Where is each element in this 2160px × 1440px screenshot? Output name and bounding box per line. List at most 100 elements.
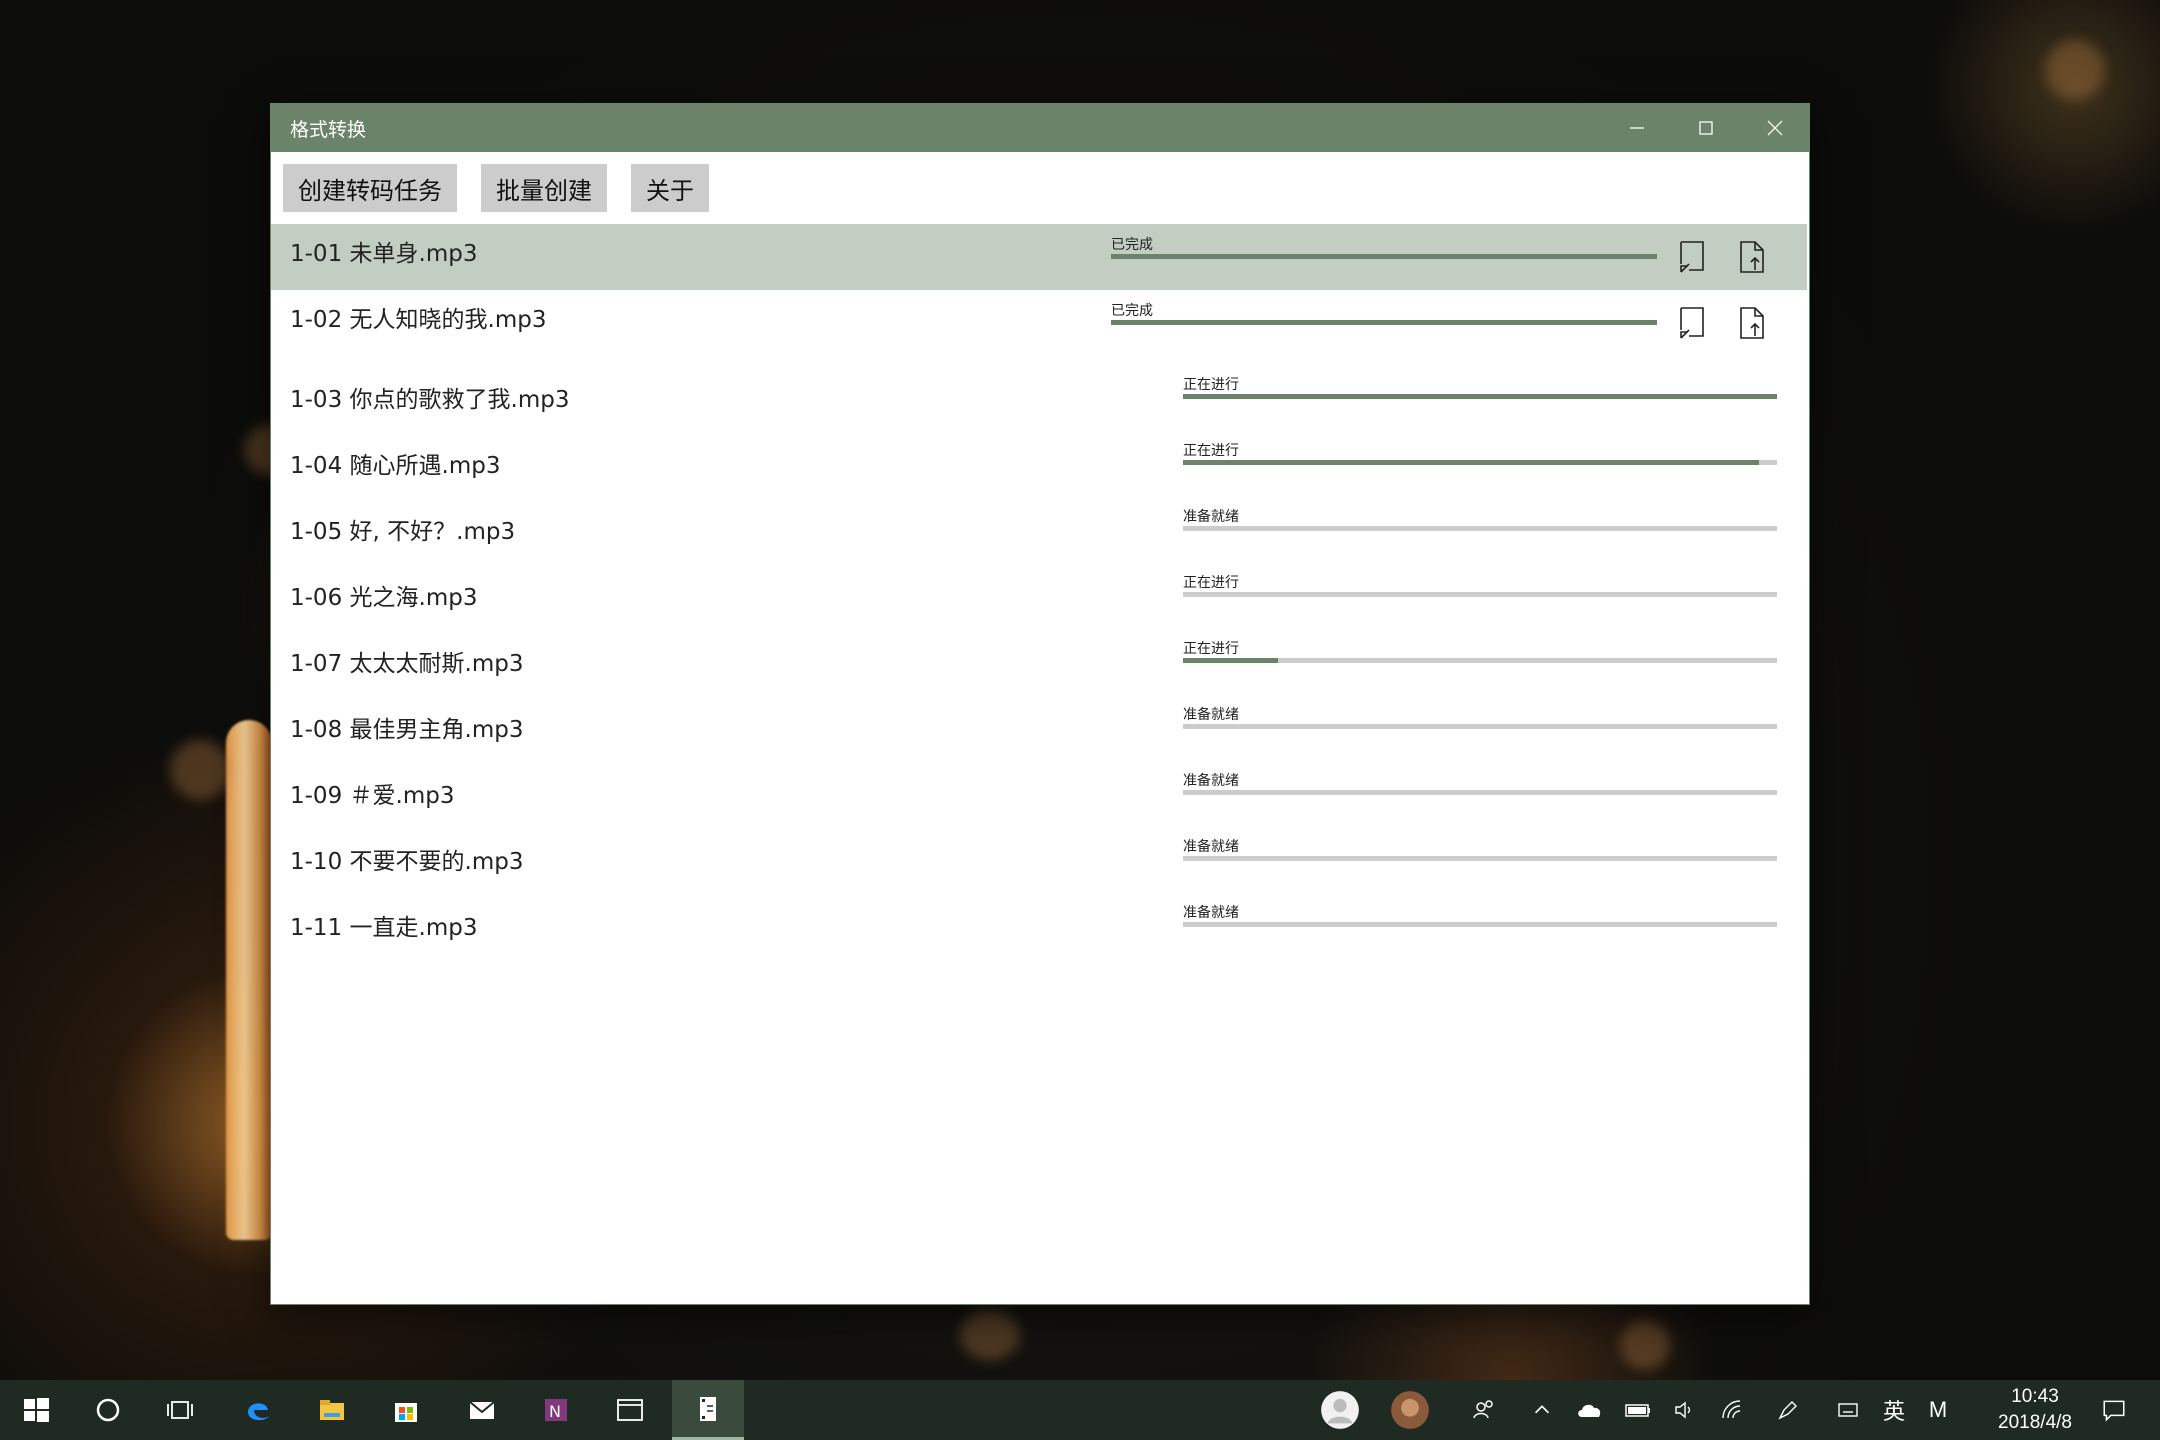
status-label: 准备就绪 (1183, 905, 1239, 921)
store-button[interactable] (370, 1380, 442, 1440)
onedrive-icon (1578, 1404, 1601, 1417)
progress-fill (1183, 658, 1279, 663)
minimize-button[interactable] (1602, 104, 1671, 152)
file-row[interactable]: 1-08 最佳男主角.mp3 准备就绪 (271, 694, 1807, 760)
progress-bar (1183, 856, 1777, 861)
open-file-button[interactable] (1737, 306, 1767, 340)
cortana-button[interactable] (72, 1380, 144, 1440)
file-export-icon (1740, 307, 1764, 339)
format-convert-app-button[interactable] (672, 1380, 744, 1440)
toolbar: 创建转码任务 批量创建 关于 (271, 152, 1809, 224)
edge-icon (248, 1403, 269, 1421)
progress-bar (1183, 592, 1777, 597)
open-folder-button[interactable] (1677, 306, 1707, 340)
progress-fill (1111, 254, 1657, 259)
user-avatar-1[interactable] (1318, 1380, 1362, 1440)
mail-button[interactable] (446, 1380, 518, 1440)
action-center-button[interactable] (2092, 1380, 2136, 1440)
open-file-button[interactable] (1737, 240, 1767, 274)
file-explorer-button[interactable] (296, 1380, 368, 1440)
cortana-icon (96, 1398, 120, 1422)
mail-icon (469, 1401, 495, 1419)
window-app-button[interactable] (594, 1380, 666, 1440)
file-explorer-icon (320, 1400, 344, 1420)
file-row[interactable]: 1-09 ＃爱.mp3 准备就绪 (271, 760, 1807, 826)
close-icon (1767, 120, 1782, 136)
task-view-icon (167, 1401, 193, 1419)
start-button[interactable] (0, 1380, 72, 1440)
avatar-icon (1391, 1391, 1429, 1429)
clock[interactable]: 10:43 2018/4/8 (1998, 1384, 2072, 1436)
file-export-icon (1740, 241, 1764, 273)
progress-bar (1183, 526, 1777, 531)
file-name: 1-04 随心所遇.mp3 (290, 453, 501, 479)
user-avatar-2[interactable] (1388, 1380, 1432, 1440)
task-view-button[interactable] (144, 1380, 216, 1440)
chevron-up-icon (1534, 1405, 1550, 1414)
file-row[interactable]: 1-04 随心所遇.mp3 正在进行 (271, 430, 1807, 496)
progress-fill (1183, 460, 1760, 465)
wifi-icon (1722, 1400, 1741, 1419)
people-icon (1473, 1400, 1493, 1419)
status-label: 已完成 (1111, 303, 1153, 319)
clock-time: 10:43 (2011, 1386, 2059, 1407)
file-name: 1-09 ＃爱.mp3 (290, 783, 455, 809)
people-button[interactable] (1466, 1380, 1502, 1440)
batch-create-button[interactable]: 批量创建 (481, 164, 607, 212)
file-name: 1-06 光之海.mp3 (290, 585, 478, 611)
file-row[interactable]: 1-03 你点的歌救了我.mp3 正在进行 (271, 364, 1807, 430)
wallpaper-candle (226, 720, 272, 1240)
progress-bar (1183, 922, 1777, 927)
file-row[interactable]: 1-02 无人知晓的我.mp3 已完成 (271, 290, 1807, 356)
show-hidden-icons-button[interactable] (1526, 1380, 1558, 1440)
open-location-icon (1680, 241, 1704, 273)
title-bar[interactable]: 格式转换 (271, 104, 1809, 152)
maximize-button[interactable] (1671, 104, 1740, 152)
ime-mode-indicator[interactable]: M (1922, 1380, 1954, 1440)
open-folder-button[interactable] (1677, 240, 1707, 274)
progress-bar (1183, 790, 1777, 795)
window-app-icon (617, 1399, 643, 1421)
svg-text:N: N (549, 1402, 561, 1421)
file-row[interactable]: 1-11 一直走.mp3 准备就绪 (271, 892, 1807, 958)
wifi-button[interactable] (1716, 1380, 1748, 1440)
notification-icon (2103, 1400, 2125, 1422)
onenote-button[interactable]: N (520, 1380, 592, 1440)
file-row[interactable]: 1-07 太太太耐斯.mp3 正在进行 (271, 628, 1807, 694)
edge-button[interactable] (222, 1380, 294, 1440)
create-task-button[interactable]: 创建转码任务 (283, 164, 457, 212)
wallpaper-bokeh (2045, 40, 2105, 100)
open-location-icon (1680, 307, 1704, 339)
progress-fill (1111, 320, 1657, 325)
pen-icon (1778, 1401, 1797, 1420)
wallpaper-bokeh (960, 1310, 1020, 1360)
volume-button[interactable] (1668, 1380, 1700, 1440)
ime-language-indicator[interactable]: 英 (1878, 1380, 1910, 1440)
battery-button[interactable] (1622, 1380, 1654, 1440)
store-icon (395, 1403, 417, 1422)
window-controls (1602, 104, 1809, 152)
about-button[interactable]: 关于 (631, 164, 709, 212)
progress-fill (1183, 394, 1777, 399)
file-name: 1-02 无人知晓的我.mp3 (290, 307, 547, 333)
file-row[interactable]: 1-01 未单身.mp3 已完成 (271, 224, 1807, 290)
touch-keyboard-button[interactable] (1832, 1380, 1864, 1440)
status-label: 正在进行 (1183, 377, 1239, 393)
file-row[interactable]: 1-10 不要不要的.mp3 准备就绪 (271, 826, 1807, 892)
progress-bar (1183, 394, 1777, 399)
wallpaper-bokeh (1620, 1320, 1670, 1370)
file-row[interactable]: 1-06 光之海.mp3 正在进行 (271, 562, 1807, 628)
app-window: 格式转换 创建转码任务 批量创建 关于 1-01 未单身.mp3 已完成 1-02 … (271, 104, 1809, 1304)
file-name: 1-08 最佳男主角.mp3 (290, 717, 524, 743)
volume-icon (1675, 1401, 1691, 1419)
maximize-icon (1698, 121, 1713, 135)
file-row[interactable]: 1-05 好, 不好？.mp3 准备就绪 (271, 496, 1807, 562)
progress-bar (1183, 460, 1777, 465)
status-label: 准备就绪 (1183, 509, 1239, 525)
close-button[interactable] (1740, 104, 1809, 152)
onedrive-button[interactable] (1574, 1380, 1606, 1440)
pen-workspace-button[interactable] (1772, 1380, 1804, 1440)
battery-icon (1625, 1404, 1650, 1417)
file-name: 1-10 不要不要的.mp3 (290, 849, 524, 875)
avatar-icon (1321, 1391, 1359, 1429)
